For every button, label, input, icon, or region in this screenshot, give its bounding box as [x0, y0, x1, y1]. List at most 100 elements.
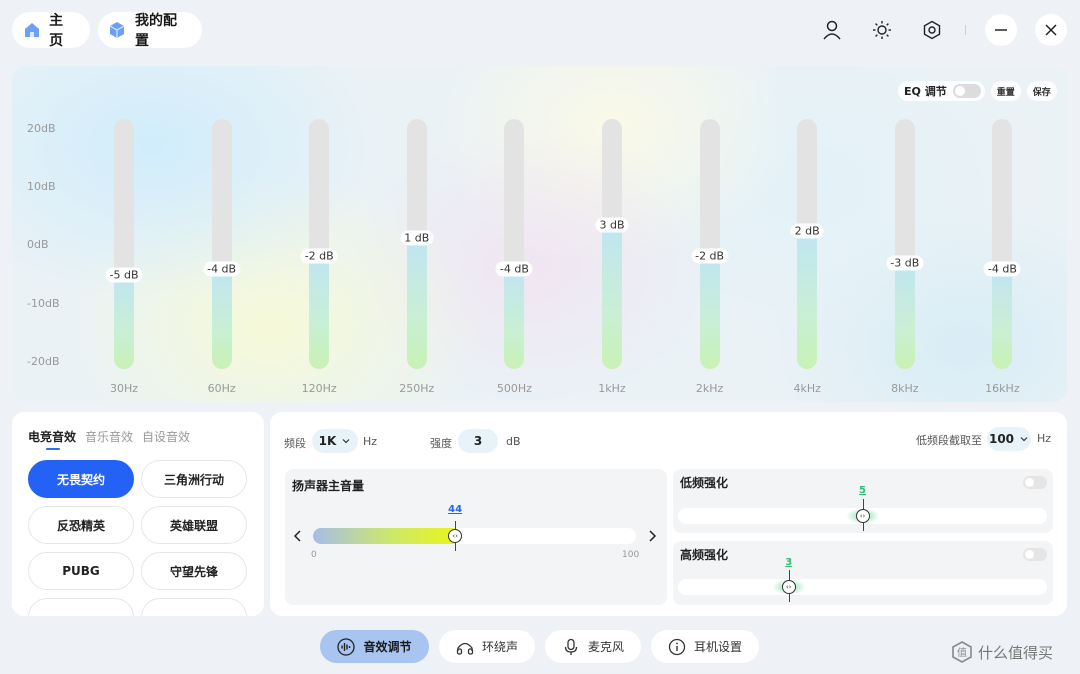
eq-band-frequency: 250Hz [399, 382, 435, 395]
preset-league-of-legends[interactable]: 英雄联盟 [141, 506, 247, 544]
master-volume-min: 0 [311, 550, 317, 560]
my-config-button[interactable]: 我的配置 [98, 12, 202, 49]
eq-band-slider[interactable]: 1 dB [400, 119, 434, 369]
eq-band-track[interactable] [894, 119, 915, 369]
eq-band-track[interactable] [992, 119, 1013, 369]
audio-wave-icon [337, 637, 356, 656]
eq-band-value: 2 dB [790, 223, 824, 239]
close-button[interactable] [1035, 14, 1067, 46]
preset-more[interactable] [28, 598, 134, 616]
chevron-right-icon[interactable] [647, 530, 657, 542]
home-label: 主页 [49, 13, 64, 49]
preset-pubg[interactable]: PUBG [28, 552, 134, 590]
nav-microphone[interactable]: 麦克风 [545, 630, 641, 663]
preset-overwatch[interactable]: 守望先锋 [141, 552, 247, 590]
eq-band-frequency: 120Hz [301, 382, 337, 395]
my-config-label: 我的配置 [134, 13, 177, 49]
preset-valorant[interactable]: 无畏契约 [28, 460, 134, 498]
y-axis-label: 0dB [27, 238, 49, 251]
eq-band-fill [992, 269, 1013, 369]
chevron-left-icon[interactable] [293, 530, 303, 542]
master-volume-fill [313, 528, 456, 544]
tab-custom[interactable]: 自设音效 [142, 428, 190, 445]
bass-boost-handle[interactable]: ‹› [855, 509, 870, 523]
eq-band-fill [504, 269, 525, 369]
eq-band-fill [406, 238, 427, 369]
mixer-panel: 频段 1K Hz 强度 3 dB 低频段截取至 100 Hz 扬声器主音量 44… [270, 412, 1067, 616]
nav-headset-settings[interactable]: 耳机设置 [651, 630, 759, 663]
nav-surround[interactable]: 环绕声 [439, 630, 535, 663]
eq-panel: 20dB 10dB 0dB -10dB -20dB EQ 调节 重置 保存 -5… [12, 66, 1067, 402]
eq-band-slider[interactable]: -5 dB [105, 119, 143, 369]
master-volume-slider[interactable] [313, 528, 636, 544]
y-axis-label: -20dB [27, 355, 60, 368]
eq-band-slider[interactable]: 2 dB [790, 119, 824, 369]
eq-band-fill [699, 256, 720, 369]
master-volume-handle[interactable]: ‹› [448, 529, 463, 543]
eq-band-fill [797, 231, 818, 369]
preset-tabs: 电竞音效 音乐音效 自设音效 [28, 428, 199, 450]
brightness-button[interactable] [866, 14, 898, 46]
minimize-icon [995, 29, 1007, 31]
preset-delta-force[interactable]: 三角洲行动 [141, 460, 247, 498]
y-axis-label: 20dB [27, 122, 56, 135]
eq-toggle[interactable]: EQ 调节 [898, 81, 985, 101]
nav-microphone-label: 麦克风 [587, 640, 624, 654]
strength-input[interactable]: 3 [458, 429, 498, 453]
settings-button[interactable] [916, 14, 948, 46]
strength-label: 强度 [430, 437, 452, 450]
eq-band-value: 1 dB [400, 230, 434, 246]
microphone-icon [562, 638, 580, 656]
eq-band-frequency: 2kHz [695, 382, 724, 395]
top-bar: 主页 我的配置 [0, 0, 1080, 62]
eq-band-slider[interactable]: -4 dB [203, 119, 241, 369]
eq-band-track[interactable] [211, 119, 232, 369]
eq-band-value: -4 dB [495, 261, 533, 277]
treble-boost-handle[interactable]: ‹› [781, 580, 796, 594]
eq-band-value: -5 dB [105, 267, 143, 283]
reset-button[interactable]: 重置 [990, 81, 1021, 101]
eq-band-frequency: 8kHz [891, 382, 919, 395]
bass-boost-toggle[interactable] [1023, 476, 1047, 489]
home-button[interactable]: 主页 [12, 12, 90, 49]
eq-band-frequency: 30Hz [109, 382, 139, 395]
eq-band-slider[interactable]: -2 dB [300, 119, 338, 369]
eq-band-slider[interactable]: 3 dB [595, 119, 629, 369]
preset-panel: 电竞音效 音乐音效 自设音效 无畏契约 三角洲行动 反恐精英 英雄联盟 PUBG… [12, 412, 264, 616]
master-volume-value: 44 [448, 504, 463, 515]
eq-band-slider[interactable]: -3 dB [886, 119, 924, 369]
treble-boost-slider[interactable] [678, 579, 1047, 595]
eq-band-slider[interactable]: -4 dB [495, 119, 533, 369]
eq-band-track[interactable] [114, 119, 134, 369]
eq-band-slider[interactable]: -2 dB [691, 119, 729, 369]
bass-boost-title: 低频强化 [680, 476, 729, 490]
bass-boost-value: 5 [859, 485, 866, 496]
home-icon [22, 20, 41, 40]
nav-sound-effects[interactable]: 音效调节 [320, 630, 429, 663]
divider [965, 25, 966, 35]
tab-esports[interactable]: 电竞音效 [28, 428, 76, 450]
eq-band-value: -4 dB [983, 261, 1021, 277]
eq-toggle-switch[interactable] [952, 84, 981, 98]
treble-boost-value: 3 [785, 557, 793, 568]
user-button[interactable] [816, 14, 848, 46]
lowcut-select[interactable]: 100 [987, 427, 1031, 451]
eq-band-fill [114, 275, 134, 369]
y-axis-label: 10dB [27, 180, 56, 193]
chevron-down-icon [342, 439, 350, 444]
eq-band-track[interactable] [602, 119, 622, 369]
tab-music[interactable]: 音乐音效 [85, 428, 133, 445]
save-button[interactable]: 保存 [1026, 81, 1057, 101]
eq-band-slider[interactable]: -4 dB [983, 119, 1021, 369]
preset-more[interactable] [141, 598, 247, 616]
minimize-button[interactable] [985, 14, 1017, 46]
eq-band-track[interactable] [504, 119, 525, 369]
svg-text:值: 值 [957, 646, 967, 659]
master-volume-max: 100 [622, 550, 640, 560]
treble-boost-toggle[interactable] [1023, 548, 1047, 561]
preset-counter-strike[interactable]: 反恐精英 [28, 506, 134, 544]
band-select[interactable]: 1K [312, 429, 358, 453]
eq-band-track[interactable] [309, 119, 330, 369]
eq-band-track[interactable] [699, 119, 720, 369]
eq-band-track[interactable] [797, 119, 818, 369]
